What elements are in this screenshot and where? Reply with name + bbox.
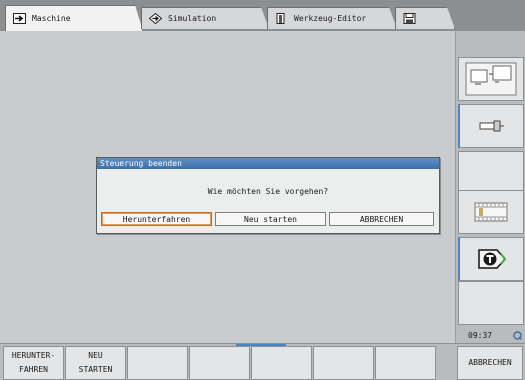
tab-simulation-label: Simulation xyxy=(168,14,217,23)
tab-bar: Maschine Simulation Werkzeug-Editor xyxy=(0,0,525,31)
clock-time: 09:37 xyxy=(468,330,493,340)
tab-maschine[interactable]: Maschine xyxy=(5,5,143,31)
arrow-right-icon xyxy=(13,13,26,24)
softkey-tool-t[interactable] xyxy=(458,237,524,281)
softkey-empty-7[interactable] xyxy=(375,346,436,380)
softkey-connector[interactable] xyxy=(458,104,524,148)
softkey-2-line1: NEU xyxy=(88,351,103,360)
diamond-arrow-icon xyxy=(149,13,162,24)
softkey-empty-3[interactable] xyxy=(458,151,524,195)
softkey-1-line2: FAHREN xyxy=(19,365,48,374)
softkey-empty-6[interactable] xyxy=(458,281,524,325)
tool-holder-icon xyxy=(275,13,288,24)
softkey-abbrechen[interactable]: ABBRECHEN xyxy=(457,346,523,380)
vertical-softkey-bar: 09:37 xyxy=(455,31,525,343)
clock-row: 09:37 xyxy=(456,327,525,343)
softkey-1-line1: HERUNTER- xyxy=(11,351,56,360)
softkey-empty-6[interactable] xyxy=(313,346,374,380)
plug-connector-icon xyxy=(479,119,505,133)
status-glyph-icon xyxy=(513,330,522,340)
softkey-herunterfahren[interactable]: HERUNTER- FAHREN xyxy=(3,346,64,380)
dialog-message: Wie möchten Sie vorgehen? xyxy=(207,187,329,196)
dialog-title: Steuerung beenden xyxy=(97,158,439,169)
restart-button[interactable]: Neu starten xyxy=(215,212,326,226)
softkey-neu-starten[interactable]: NEU STARTEN xyxy=(65,346,126,380)
window-layout-icon xyxy=(465,62,517,96)
softkey-2-line2: STARTEN xyxy=(78,365,113,374)
softkey-empty-4[interactable] xyxy=(189,346,250,380)
softkey-empty-5[interactable] xyxy=(251,346,312,380)
tab-save[interactable] xyxy=(395,7,455,29)
cancel-button[interactable]: ABBRECHEN xyxy=(329,212,434,226)
softkey-8-line1: ABBRECHEN xyxy=(468,358,512,367)
softkey-empty-3[interactable] xyxy=(127,346,188,380)
softkey-film-strip[interactable] xyxy=(458,190,524,234)
softkey-window-layout[interactable] xyxy=(458,57,524,101)
tab-simulation[interactable]: Simulation xyxy=(141,7,269,29)
save-disk-icon xyxy=(403,13,416,24)
shutdown-dialog: Steuerung beenden Wie möchten Sie vorgeh… xyxy=(96,157,440,234)
horizontal-softkey-bar: HERUNTER- FAHREN NEU STARTEN ABBRECHEN xyxy=(0,343,525,380)
shutdown-button[interactable]: Herunterfahren xyxy=(101,212,212,226)
tab-werkzeug-editor[interactable]: Werkzeug-Editor xyxy=(267,7,397,29)
tool-t-icon xyxy=(477,248,507,270)
tab-werkzeug-label: Werkzeug-Editor xyxy=(294,14,367,23)
tab-maschine-label: Maschine xyxy=(32,14,71,23)
film-strip-icon xyxy=(474,202,508,222)
